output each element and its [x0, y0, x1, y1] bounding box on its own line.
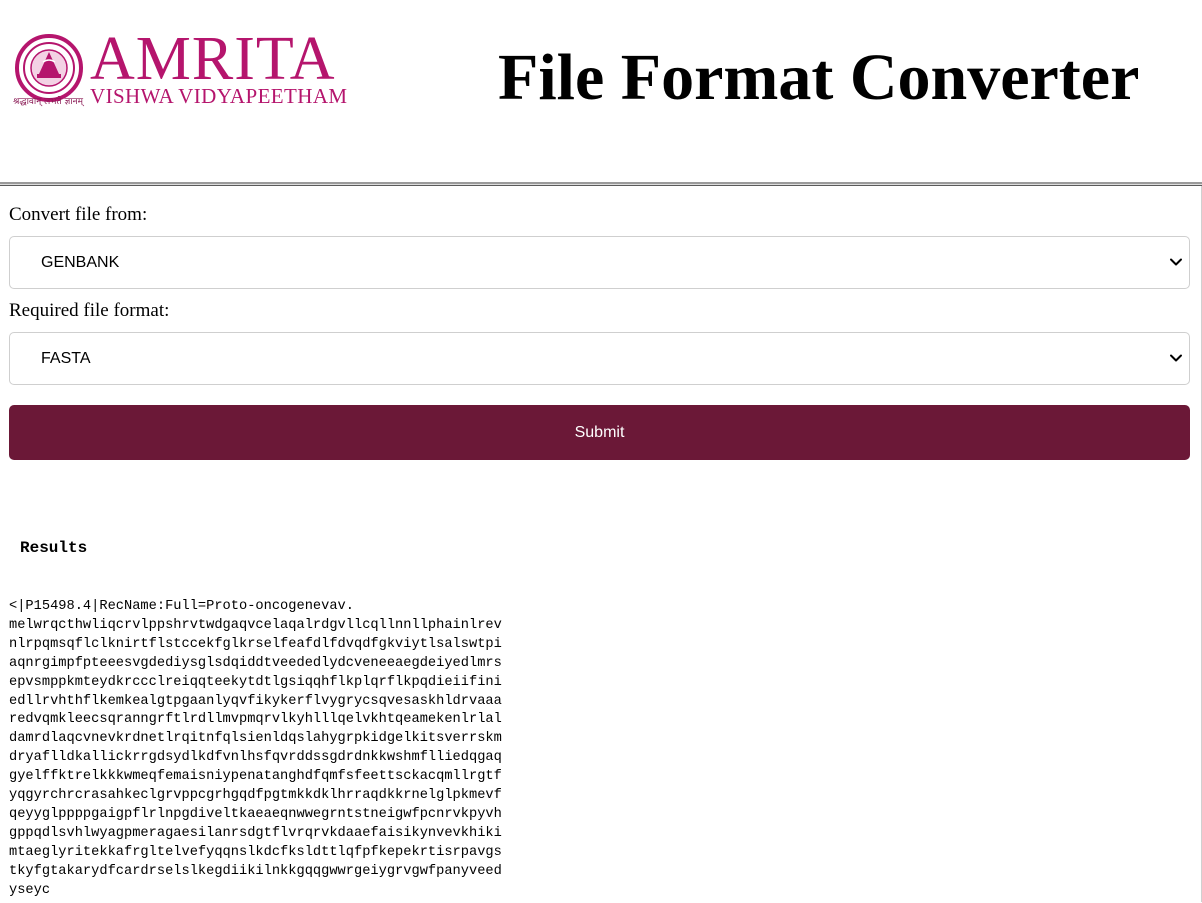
to-format-label: Required file format:: [9, 300, 170, 321]
logo-subtitle: VISHWA VIDYAPEETHAM: [90, 84, 348, 108]
result-line: yqgyrchrcrasahkeclgrvppcgrhgqdfpgtmkkdkl…: [9, 788, 502, 804]
result-line: gyelffktrelkkkwmeqfemaisniypenatanghdfqm…: [9, 769, 502, 785]
result-line: mtaeglyritekkafrgltelvefyqqnslkdcfksldtt…: [9, 844, 502, 860]
result-line: qeyyglppppgaigpflrlnpgdiveltkaeaeqnwwegr…: [9, 806, 502, 822]
to-format-value: FASTA: [41, 350, 91, 367]
results-heading: Results: [20, 539, 88, 557]
results-output: <|P15498.4|RecName:Full=Proto-oncogeneva…: [9, 598, 502, 901]
chevron-down-icon: [1170, 354, 1182, 362]
chevron-down-icon: [1170, 258, 1182, 266]
logo-motto: श्रद्धावान् लभते ज्ञानम्: [13, 97, 83, 107]
page-header: AMRITA VISHWA VIDYAPEETHAM श्रद्धावान् ल…: [0, 0, 1202, 182]
from-format-select[interactable]: GENBANK: [9, 236, 1190, 289]
page-title: File Format Converter: [498, 41, 1140, 114]
result-line: gppqdlsvhlwyagpmeragaesilanrsdgtflvrqrvk…: [9, 825, 502, 841]
result-line: aqnrgimpfpteeesvgdediysglsdqiddtveededly…: [9, 655, 502, 671]
from-format-value: GENBANK: [41, 254, 120, 271]
logo-wordmark: AMRITA: [90, 25, 336, 93]
result-line: nlrpqmsqflclknirtflstccekfglkrselfeafdlf…: [9, 636, 502, 652]
result-line: <|P15498.4|RecName:Full=Proto-oncogeneva…: [9, 599, 354, 614]
result-line: tkyfgtakarydfcardrselslkegdiikilnkkgqqgw…: [9, 863, 502, 879]
result-line: yseyc: [9, 882, 51, 898]
from-format-label: Convert file from:: [9, 204, 148, 225]
amrita-logo[interactable]: AMRITA VISHWA VIDYAPEETHAM श्रद्धावान् ल…: [12, 28, 384, 112]
converter-form: Convert file from: GENBANK Required file…: [0, 186, 1202, 902]
to-format-select[interactable]: FASTA: [9, 332, 1190, 385]
result-line: dryaflldkallickrrgdsydlkdfvnlhsfqvrddssg…: [9, 750, 502, 766]
result-line: melwrqcthwliqcrvlppshrvtwdgaqvcelaqalrdg…: [9, 617, 502, 633]
result-line: damrdlaqcvnevkrdnetlrqitnfqlsienldqslahy…: [9, 731, 502, 747]
submit-button[interactable]: Submit: [9, 405, 1190, 460]
result-line: edllrvhthflkemkealgtpgaanlyqvfikykerflvy…: [9, 693, 502, 709]
result-line: redvqmkleecsqranngrftlrdllmvpmqrvlkyhlll…: [9, 712, 502, 728]
result-line: epvsmppkmteydkrccclreiqqteekytdtlgsiqqhf…: [9, 674, 502, 690]
